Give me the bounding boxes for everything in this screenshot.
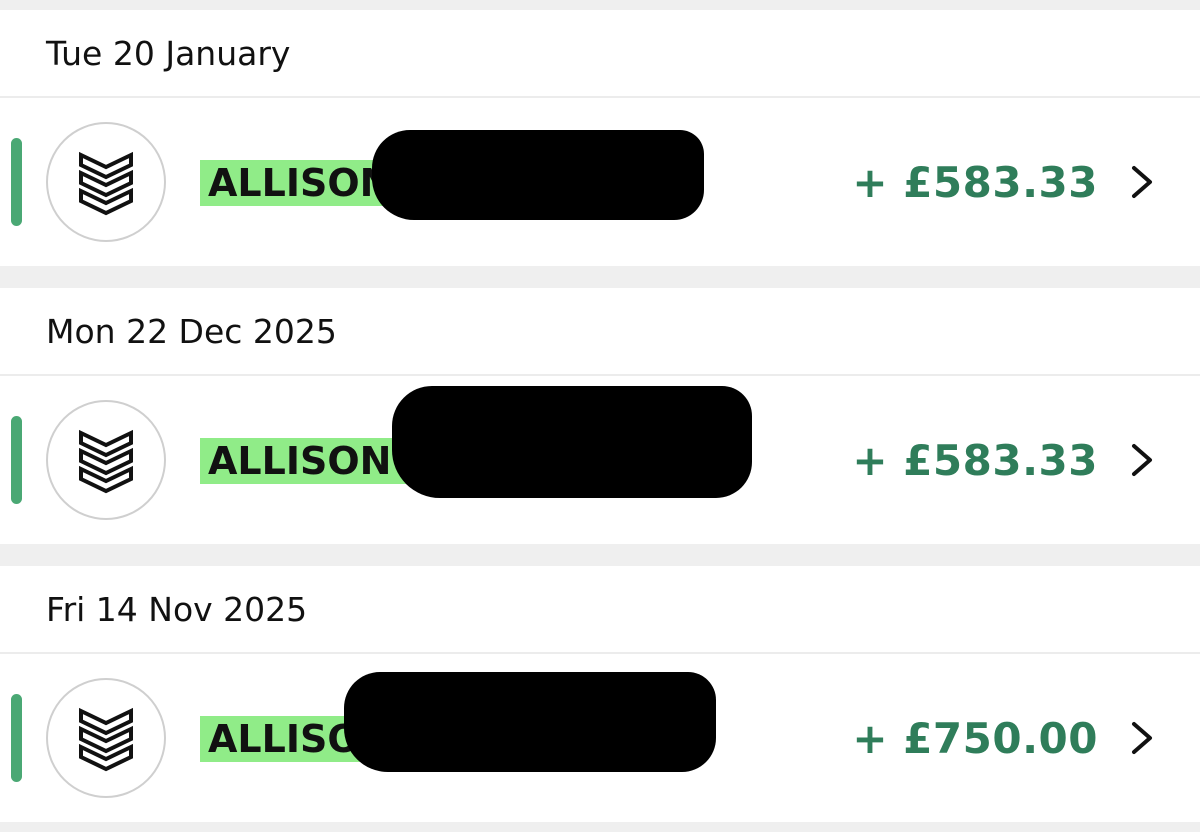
chevron-right-icon[interactable] <box>1122 440 1162 480</box>
top-spacer <box>0 0 1200 10</box>
transaction-row[interactable]: ALLISON + £583.33 <box>0 376 1200 544</box>
incoming-indicator <box>11 694 22 782</box>
payee-name: ALLISON <box>200 386 752 498</box>
chevron-stack-icon <box>79 707 133 772</box>
transaction-group: Mon 22 Dec 2025 ALLISON + £583.33 <box>0 288 1200 544</box>
transaction-amount: + £583.33 <box>852 158 1098 207</box>
chevron-right-icon[interactable] <box>1122 718 1162 758</box>
date-header: Tue 20 January <box>0 10 1200 98</box>
redaction-mark <box>372 130 704 220</box>
redaction-mark <box>344 672 716 772</box>
incoming-indicator <box>11 416 22 504</box>
transaction-group: Tue 20 January ALLISON + £583.33 <box>0 10 1200 266</box>
payee-logo <box>46 400 166 520</box>
transaction-row[interactable]: ALLISO + £750.00 <box>0 654 1200 822</box>
payee-logo <box>46 122 166 242</box>
incoming-indicator <box>11 138 22 226</box>
payee-name: ALLISON <box>200 130 704 220</box>
payee-label: ALLISON <box>208 161 392 205</box>
chevron-stack-icon <box>79 151 133 216</box>
payee-label: ALLISO <box>208 717 360 761</box>
redaction-mark <box>392 386 752 498</box>
transaction-row[interactable]: ALLISON + £583.33 <box>0 98 1200 266</box>
payee-name: ALLISO <box>200 672 716 772</box>
group-separator <box>0 544 1200 566</box>
group-separator <box>0 266 1200 288</box>
chevron-right-icon[interactable] <box>1122 162 1162 202</box>
payee-logo <box>46 678 166 798</box>
chevron-stack-icon <box>79 429 133 494</box>
payee-label: ALLISON <box>208 439 392 483</box>
transaction-amount: + £750.00 <box>852 714 1098 763</box>
date-header: Mon 22 Dec 2025 <box>0 288 1200 376</box>
transaction-amount: + £583.33 <box>852 436 1098 485</box>
transaction-group: Fri 14 Nov 2025 ALLISO + £750.00 <box>0 566 1200 822</box>
date-header: Fri 14 Nov 2025 <box>0 566 1200 654</box>
